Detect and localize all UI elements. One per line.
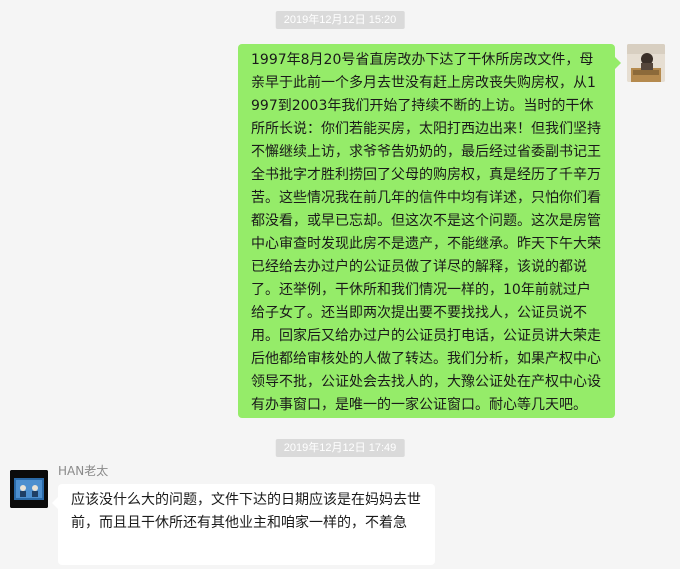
incoming-message-text: 应该没什么大的问题，文件下达的日期应该是在妈妈去世前，而且且干休所还有其他业主和… [71,492,421,531]
person-portrait-icon [627,44,665,82]
incoming-message-bubble[interactable]: 应该没什么大的问题，文件下达的日期应该是在妈妈去世前，而且且干休所还有其他业主和… [52,484,435,565]
outgoing-message-bubble[interactable]: 1997年8月20号省直房改办下达了干休所房改文件，母亲早于此前一个多月去世没有… [238,44,621,418]
message-timestamp: 2019年12月12日 17:49 [275,439,405,457]
my-avatar[interactable] [627,44,665,82]
contact-photo-icon [10,470,48,508]
outgoing-message-text: 1997年8月20号省直房改办下达了干休所房改文件，母亲早于此前一个多月去世没有… [251,52,601,413]
contact-avatar[interactable] [10,470,48,508]
message-timestamp: 2019年12月12日 15:20 [275,11,405,29]
sender-name: HAN老太 [58,464,109,478]
